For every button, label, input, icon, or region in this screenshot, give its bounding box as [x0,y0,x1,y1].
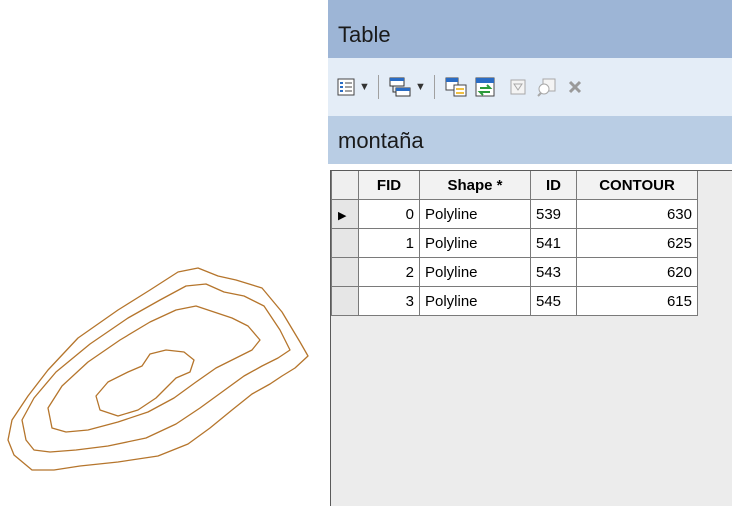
table-options-icon [337,78,355,96]
delete-selected-button[interactable] [566,74,584,100]
table-row[interactable]: 1 Polyline 541 625 [331,228,698,258]
select-all-cell[interactable] [331,171,359,200]
related-tables-icon [389,77,411,97]
cell-id[interactable]: 543 [530,257,577,287]
tab-montana[interactable]: montaña [338,128,424,154]
zoom-to-selected-icon [537,78,556,97]
cell-fid[interactable]: 1 [358,228,420,258]
clear-selection-icon [510,79,526,95]
table-row[interactable]: 2 Polyline 543 620 [331,257,698,287]
cell-shape[interactable]: Polyline [419,257,531,287]
toolbar-separator [434,75,435,99]
column-header-id[interactable]: ID [530,171,577,200]
table-row[interactable]: 3 Polyline 545 615 [331,286,698,316]
contour-line-620[interactable] [21,283,291,453]
table-options-button[interactable]: ▼ [336,74,370,100]
table-window: Table ▼ ▼ montaña FID Shape * ID CONTOUR… [325,0,732,506]
row-selector[interactable]: ▶ [331,199,359,229]
cell-shape[interactable]: Polyline [419,228,531,258]
related-tables-button[interactable]: ▼ [388,74,426,100]
window-titlebar[interactable]: Table [328,0,732,58]
window-title: Table [338,22,391,47]
cell-fid[interactable]: 3 [358,286,420,316]
select-by-attributes-icon [445,77,467,97]
cell-contour[interactable]: 615 [576,286,698,316]
zoom-to-selected-button[interactable] [536,74,558,100]
row-selector[interactable] [331,228,359,258]
contour-map[interactable] [0,0,325,506]
switch-selection-button[interactable] [474,74,498,100]
cell-id[interactable]: 539 [530,199,577,229]
contour-line-630[interactable] [95,349,195,417]
delete-icon [568,80,582,94]
toolbar: ▼ ▼ [328,58,732,116]
clear-selection-button[interactable] [508,74,528,100]
row-selector[interactable] [331,257,359,287]
toolbar-separator [378,75,379,99]
table-row[interactable]: ▶ 0 Polyline 539 630 [331,199,698,229]
cell-contour[interactable]: 630 [576,199,698,229]
column-header-shape[interactable]: Shape * [419,171,531,200]
column-header-contour[interactable]: CONTOUR [576,171,698,200]
cell-contour[interactable]: 620 [576,257,698,287]
cell-contour[interactable]: 625 [576,228,698,258]
contour-line-615[interactable] [7,267,309,471]
cell-fid[interactable]: 2 [358,257,420,287]
table-tab-bar: montaña [328,116,732,164]
cell-id[interactable]: 541 [530,228,577,258]
header-row: FID Shape * ID CONTOUR [331,171,698,200]
row-selector[interactable] [331,286,359,316]
attribute-grid: FID Shape * ID CONTOUR ▶ 0 Polyline 539 … [331,171,698,316]
column-header-fid[interactable]: FID [358,171,420,200]
cell-fid[interactable]: 0 [358,199,420,229]
attribute-table[interactable]: FID Shape * ID CONTOUR ▶ 0 Polyline 539 … [330,170,732,506]
switch-selection-icon [475,77,495,97]
cell-shape[interactable]: Polyline [419,286,531,316]
cell-shape[interactable]: Polyline [419,199,531,229]
cell-id[interactable]: 545 [530,286,577,316]
current-row-icon: ▶ [338,209,347,222]
select-by-attributes-button[interactable] [444,74,468,100]
